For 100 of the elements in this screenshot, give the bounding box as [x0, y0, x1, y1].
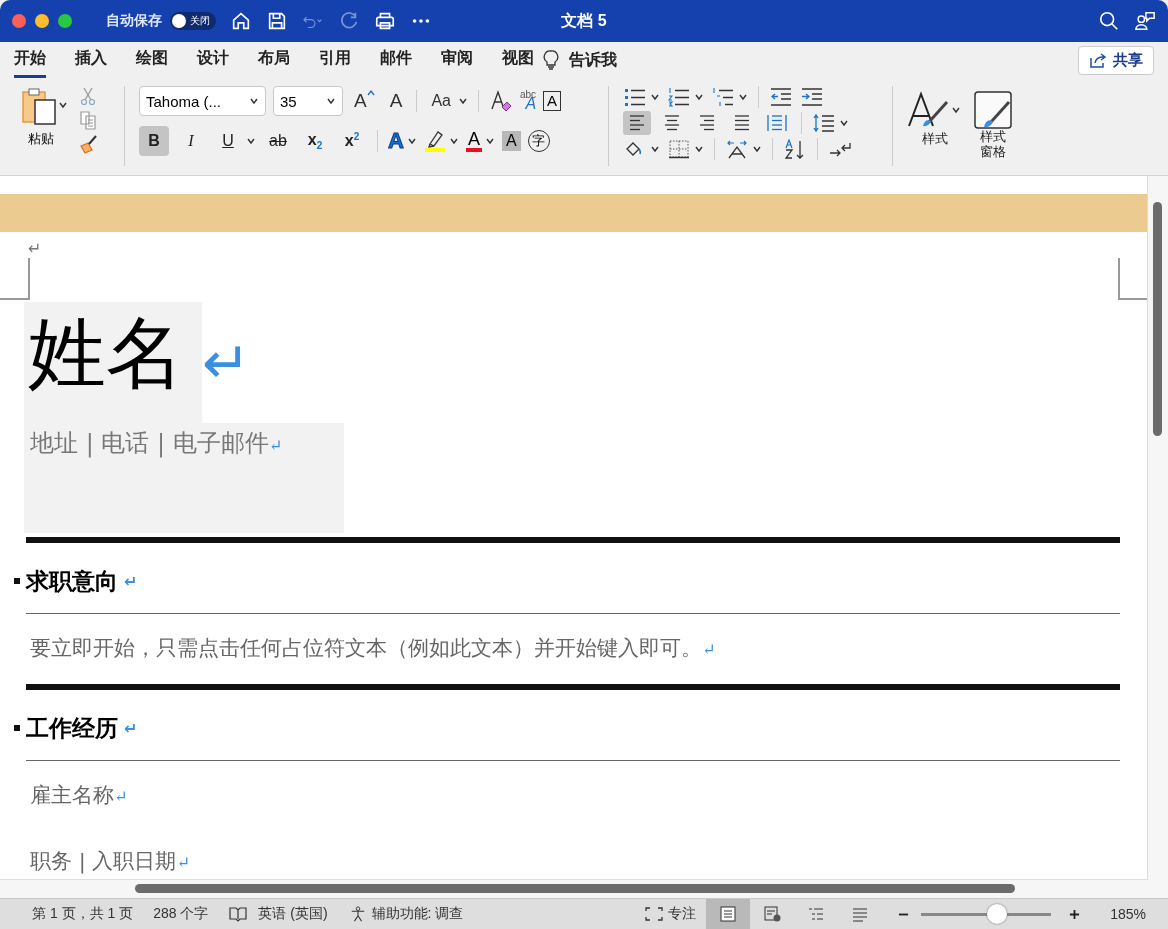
chevron-icon[interactable] — [457, 96, 468, 106]
ribbon-tab[interactable]: 设计 — [197, 42, 229, 78]
zoom-button[interactable] — [58, 14, 72, 28]
underline-button[interactable]: U — [213, 126, 243, 156]
sup-button[interactable]: x$^{2}$ — [337, 126, 367, 156]
ribbon-tab[interactable]: 开始 — [14, 42, 46, 78]
close-button[interactable] — [12, 14, 26, 28]
paragraph-mark: ↵ — [202, 333, 251, 392]
body-paragraph[interactable]: 职务 | 入职日期↵ — [30, 847, 1120, 875]
numbering-icon[interactable] — [667, 87, 691, 107]
bold-button[interactable]: B — [139, 126, 169, 156]
zoom-level[interactable]: 185% — [1110, 906, 1146, 922]
share-icon — [1089, 52, 1107, 68]
highlighter-icon[interactable] — [423, 129, 446, 153]
proofing-icon[interactable] — [228, 906, 249, 922]
body-paragraph[interactable]: 雇主名称↵ — [30, 781, 1120, 809]
text-effect-button[interactable]: A — [388, 128, 404, 154]
align-right-icon — [697, 114, 717, 132]
ribbon-tab[interactable]: 绘图 — [136, 42, 168, 78]
chevron-icon[interactable] — [752, 144, 762, 154]
language-indicator[interactable]: 英语 (英国) — [258, 905, 328, 923]
scrollbar-thumb[interactable] — [1153, 202, 1162, 436]
align-center-icon — [662, 114, 682, 132]
chevron-icon[interactable] — [484, 136, 495, 146]
ribbon-tab[interactable]: 邮件 — [380, 42, 412, 78]
chevron-icon[interactable] — [58, 100, 68, 110]
bullets-icon[interactable] — [623, 87, 647, 107]
shrink-font-button[interactable]: A — [385, 90, 407, 112]
print-layout-icon — [719, 906, 738, 922]
multilevel-list-icon[interactable] — [711, 87, 735, 107]
align-left-icon — [627, 114, 647, 132]
change-case-button[interactable]: Aa — [427, 92, 455, 110]
clear-formatting-icon[interactable] — [488, 89, 513, 113]
ribbon-tab[interactable]: 审阅 — [441, 42, 473, 78]
chevron-icon[interactable] — [650, 144, 660, 154]
ribbon-tab[interactable]: 布局 — [258, 42, 290, 78]
section-heading: 工作经历 ↵ — [14, 712, 1120, 744]
sub-button[interactable]: x$_{2}$ — [300, 126, 330, 156]
align-button[interactable] — [623, 111, 651, 135]
chevron-icon[interactable] — [406, 136, 417, 146]
caret-icon — [366, 90, 375, 96]
body-paragraph[interactable]: 要立即开始，只需点击任何占位符文本（例如此文本）并开始键入即可。↵ — [30, 634, 1120, 662]
chevron-icon[interactable] — [694, 144, 704, 154]
character-shading-button[interactable]: A — [501, 131, 521, 151]
minimize-button[interactable] — [35, 14, 49, 28]
chevron-icon[interactable] — [448, 136, 459, 146]
font-select[interactable]: Tahoma (... — [139, 86, 266, 116]
lightbulb-icon — [543, 49, 559, 71]
scrollbar-thumb[interactable] — [135, 884, 1015, 893]
tell-me-field[interactable]: 告诉我 — [569, 49, 617, 71]
view-button[interactable] — [706, 899, 751, 929]
outline-layout-icon — [807, 906, 826, 922]
chevron-icon[interactable] — [839, 118, 849, 128]
chevron-icon[interactable] — [738, 92, 748, 102]
crop-mark — [0, 258, 30, 300]
line-spacing-icon[interactable] — [812, 113, 836, 133]
chevron-icon[interactable] — [694, 92, 704, 102]
name-placeholder[interactable]: 姓名 — [24, 302, 202, 423]
contact-placeholder[interactable]: 地址 | 电话 | 电子邮件↵ — [24, 423, 344, 533]
format-painter-icon[interactable] — [78, 134, 98, 154]
styles-pane-icon — [973, 90, 1013, 130]
styles-button[interactable]: 样式 — [907, 86, 963, 160]
page-count[interactable]: 第 1 页，共 1 页 — [32, 905, 134, 923]
chevron-icon — [326, 96, 336, 106]
autosave-toggle[interactable]: 关闭 — [170, 12, 216, 30]
paste-button[interactable]: 粘贴 — [28, 130, 54, 148]
text-effects-button[interactable]: abc A — [519, 90, 537, 112]
zoom-in-icon[interactable] — [1069, 908, 1081, 920]
ribbon-tab[interactable]: 引用 — [319, 42, 351, 78]
home-icon[interactable] — [230, 10, 252, 32]
character-spacing-icon[interactable] — [725, 139, 749, 159]
print-icon[interactable] — [374, 10, 396, 32]
strike-button[interactable]: ab — [263, 126, 293, 156]
italic-button[interactable]: I — [176, 126, 206, 156]
save-icon[interactable] — [266, 10, 288, 32]
chevron-icon[interactable] — [650, 92, 660, 102]
align-justify-icon — [732, 114, 752, 132]
font-size-select[interactable]: 35 — [273, 86, 343, 116]
web-layout-icon — [763, 906, 782, 922]
grow-font-button[interactable]: A — [350, 90, 379, 112]
word-count[interactable]: 288 个字 — [153, 905, 209, 923]
borders-icon[interactable] — [667, 139, 691, 159]
increase-indent-icon[interactable] — [800, 87, 824, 107]
paragraph-mark: ↵ — [28, 240, 43, 258]
character-border-button[interactable]: A — [543, 91, 562, 111]
chevron-icon[interactable] — [246, 136, 256, 146]
focus-button[interactable]: 专注 — [644, 905, 697, 923]
share-button[interactable]: 共享 — [1078, 45, 1154, 75]
accessibility-button[interactable]: 辅助功能: 调查 — [347, 905, 464, 923]
decrease-indent-icon[interactable] — [769, 87, 793, 107]
draft-layout-icon — [851, 906, 870, 922]
align-distributed-icon — [767, 114, 787, 132]
ribbon-tab[interactable]: 插入 — [75, 42, 107, 78]
font-color-button[interactable]: A — [465, 130, 482, 152]
focus-icon — [644, 906, 665, 922]
autosave-label: 自动保存 — [106, 12, 162, 30]
ribbon-tab[interactable]: 视图 — [502, 42, 534, 78]
styles-pane-button[interactable]: 样式窗格 — [973, 86, 1013, 160]
comments-icon[interactable] — [1134, 10, 1156, 32]
search-icon[interactable] — [1098, 10, 1120, 32]
